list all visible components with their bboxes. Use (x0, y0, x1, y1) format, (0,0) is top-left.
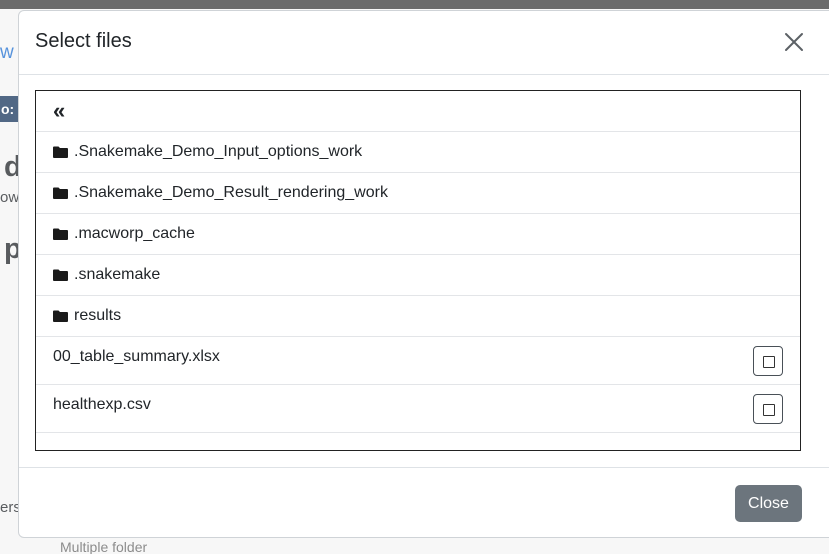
folder-icon (53, 146, 68, 158)
double-chevron-left-icon: « (53, 98, 66, 123)
close-button[interactable]: Close (735, 485, 802, 522)
square-icon (763, 404, 775, 416)
file-row: healthexp.csv (36, 385, 800, 433)
modal-footer: Close (19, 467, 829, 538)
square-icon (763, 356, 775, 368)
folder-name: .snakemake (74, 266, 161, 283)
folder-row[interactable]: results (36, 296, 800, 337)
folder-icon (53, 310, 68, 322)
folder-row[interactable]: .Snakemake_Demo_Result_rendering_work (36, 173, 800, 214)
go-up-button[interactable]: « (36, 91, 800, 132)
modal-title: Select files (35, 30, 132, 52)
folder-name: .macworp_cache (74, 225, 195, 242)
file-name: healthexp.csv (53, 396, 151, 413)
close-icon[interactable] (782, 30, 806, 54)
folder-name: results (74, 307, 122, 324)
folder-row[interactable]: .macworp_cache (36, 214, 800, 255)
folder-row[interactable]: .snakemake (36, 255, 800, 296)
file-browser: « .Snakemake_Demo_Input_options_work .Sn… (35, 90, 801, 451)
folder-icon (53, 269, 68, 281)
file-row: 00_table_summary.xlsx (36, 337, 800, 385)
folder-name: .Snakemake_Demo_Input_options_work (74, 143, 363, 160)
folder-row[interactable]: .Snakemake_Demo_Input_options_work (36, 132, 800, 173)
file-select-checkbox[interactable] (753, 346, 783, 376)
select-files-dialog: Select files « .Snakemake_Demo_Input_opt… (18, 10, 829, 538)
modal-header: Select files (19, 11, 829, 75)
folder-icon (53, 228, 68, 240)
file-name: 00_table_summary.xlsx (53, 348, 220, 365)
file-select-checkbox[interactable] (753, 394, 783, 424)
folder-name: .Snakemake_Demo_Result_rendering_work (74, 184, 388, 201)
folder-icon (53, 187, 68, 199)
